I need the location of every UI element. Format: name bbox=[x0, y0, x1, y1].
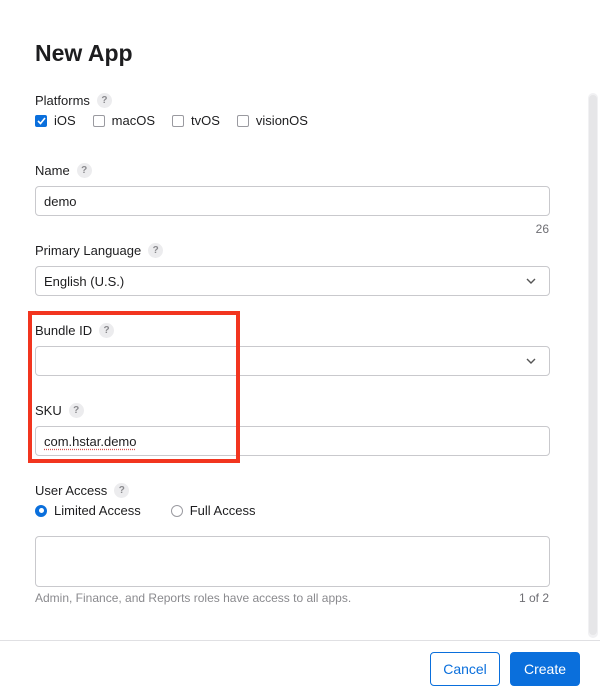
platforms-label-text: Platforms bbox=[35, 93, 90, 108]
name-help-icon[interactable]: ? bbox=[76, 163, 92, 178]
dialog-title: New App bbox=[35, 40, 133, 66]
platforms-help-icon[interactable]: ? bbox=[96, 93, 112, 108]
name-label: Name ? bbox=[35, 163, 92, 178]
primary-language-help-icon[interactable]: ? bbox=[148, 243, 164, 258]
platforms-label: Platforms ? bbox=[35, 93, 112, 108]
create-button[interactable]: Create bbox=[510, 652, 580, 686]
platform-ios-label: iOS bbox=[54, 113, 76, 128]
user-access-label-text: User Access bbox=[35, 483, 108, 498]
name-field[interactable]: demo bbox=[35, 186, 550, 216]
chevron-down-icon bbox=[526, 278, 536, 284]
checkbox-box[interactable] bbox=[172, 114, 185, 127]
primary-language-value: English (U.S.) bbox=[44, 273, 125, 289]
name-field-value: demo bbox=[44, 193, 77, 209]
user-access-users-field[interactable] bbox=[35, 536, 550, 587]
user-access-label: User Access ? bbox=[35, 483, 130, 498]
scrollbar-thumb[interactable] bbox=[589, 95, 597, 635]
footer-divider bbox=[0, 640, 600, 641]
primary-language-label-text: Primary Language bbox=[35, 243, 142, 258]
platform-visionos-checkbox[interactable]: visionOS bbox=[236, 113, 308, 128]
primary-language-select[interactable]: English (U.S.) bbox=[35, 266, 550, 296]
highlight-annotation bbox=[28, 311, 240, 463]
checkbox-box[interactable] bbox=[236, 114, 249, 127]
checkmark-icon bbox=[36, 116, 46, 125]
platforms-group: iOS macOS tvOS visionOS bbox=[35, 113, 325, 128]
chevron-down-icon bbox=[526, 358, 536, 364]
radio-dot[interactable] bbox=[35, 504, 47, 517]
user-access-hint: Admin, Finance, and Reports roles have a… bbox=[35, 591, 352, 605]
primary-language-label: Primary Language ? bbox=[35, 243, 164, 258]
radio-dot[interactable] bbox=[170, 504, 183, 517]
platform-macos-checkbox[interactable]: macOS bbox=[92, 113, 156, 128]
user-access-radio-group: Limited Access Full Access bbox=[35, 503, 285, 518]
platform-tvos-label: tvOS bbox=[191, 113, 220, 128]
full-access-radio[interactable]: Full Access bbox=[170, 503, 256, 518]
name-label-text: Name bbox=[35, 163, 70, 178]
platform-macos-label: macOS bbox=[111, 113, 156, 128]
platform-tvos-checkbox[interactable]: tvOS bbox=[172, 113, 220, 128]
user-access-help-icon[interactable]: ? bbox=[114, 483, 130, 498]
platform-visionos-label: visionOS bbox=[255, 113, 308, 128]
checkbox-box[interactable] bbox=[35, 114, 47, 127]
limited-access-label: Limited Access bbox=[54, 503, 141, 518]
name-char-counter: 26 bbox=[535, 222, 549, 236]
checkbox-box[interactable] bbox=[92, 114, 105, 127]
platform-ios-checkbox[interactable]: iOS bbox=[35, 113, 76, 128]
new-app-dialog: New App Platforms ? iOS macOS tvOS visio… bbox=[0, 0, 600, 691]
scrollbar-track[interactable] bbox=[588, 93, 598, 638]
user-access-page-indicator: 1 of 2 bbox=[518, 591, 549, 605]
limited-access-radio[interactable]: Limited Access bbox=[35, 503, 141, 518]
cancel-button[interactable]: Cancel bbox=[430, 652, 500, 686]
full-access-label: Full Access bbox=[189, 503, 256, 518]
